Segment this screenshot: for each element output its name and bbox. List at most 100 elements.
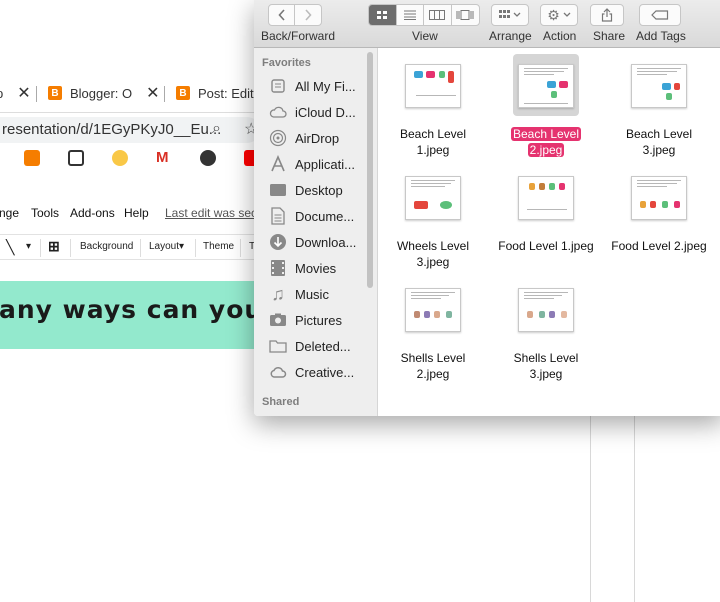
file-item-beach-level-1[interactable]: Beach Level 1.jpeg — [378, 52, 488, 162]
downloads-icon — [268, 233, 288, 251]
image-thumbnail — [518, 176, 574, 220]
file-item-food-level-1[interactable]: Food Level 1.jpeg — [491, 164, 601, 274]
movies-icon — [268, 259, 288, 277]
gmail-bookmark-icon[interactable]: M — [156, 150, 172, 166]
sidebar-item-documents[interactable]: Docume... — [268, 205, 374, 227]
tab-divider — [36, 86, 37, 102]
sidebar-item-label: Creative... — [295, 364, 355, 380]
file-item-beach-level-3[interactable]: Beach Level 3.jpeg — [604, 52, 714, 162]
file-name: Food Level 1.jpeg — [498, 239, 594, 253]
action-button[interactable]: ⚙ — [540, 4, 578, 26]
gallery-view-icon[interactable] — [452, 5, 479, 25]
tab-label: p — [0, 86, 3, 101]
documents-icon — [268, 207, 288, 225]
file-item-wheels-level-3[interactable]: Wheels Level 3.jpeg — [378, 164, 488, 274]
share-button[interactable] — [590, 4, 624, 26]
file-thumbnail-frame — [626, 54, 692, 116]
blogger-bookmark-icon[interactable] — [24, 150, 40, 166]
background-button[interactable]: Background — [80, 241, 133, 252]
menu-arrange[interactable]: nge — [0, 206, 19, 220]
sidebar-scrollbar[interactable] — [367, 52, 373, 288]
file-item-beach-level-2[interactable]: Beach Level 2.jpeg — [491, 52, 601, 162]
image-thumbnail — [631, 176, 687, 220]
sidebar-favorites-heading: Favorites — [262, 57, 311, 69]
image-thumbnail — [518, 288, 574, 332]
back-chevron-icon[interactable] — [269, 5, 295, 25]
view-label: View — [412, 29, 438, 43]
back-forward-label: Back/Forward — [261, 29, 336, 43]
sidebar-item-music[interactable]: ♫ Music — [268, 283, 374, 305]
sidebar-item-pictures[interactable]: Pictures — [268, 309, 374, 331]
browser-tab-blogger[interactable]: B Blogger: O ✕ — [48, 78, 160, 108]
classroom-bookmark-icon[interactable] — [68, 150, 84, 166]
theme-button[interactable]: Theme — [203, 241, 234, 252]
file-thumbnail-frame — [400, 166, 466, 228]
share-icon — [601, 8, 613, 22]
file-item-food-level-2[interactable]: Food Level 2.jpeg — [604, 164, 714, 274]
image-thumbnail — [631, 64, 687, 108]
sidebar-item-movies[interactable]: Movies — [268, 257, 374, 279]
keep-bookmark-icon[interactable] — [112, 150, 128, 166]
dropdown-arrow-icon[interactable]: ▾ — [26, 241, 31, 252]
sidebar-item-applications[interactable]: Applicati... — [268, 153, 374, 175]
zoom-icon[interactable]: ⌕ — [212, 120, 221, 138]
back-forward-control — [268, 4, 322, 26]
add-comment-icon[interactable]: ⊞ — [48, 238, 60, 255]
sidebar-item-label: All My Fi... — [295, 78, 356, 94]
image-thumbnail — [405, 288, 461, 332]
airdrop-icon — [268, 129, 288, 147]
file-thumbnail-frame-selected — [513, 54, 579, 116]
tab-label: Blogger: O — [70, 85, 133, 101]
sidebar-item-downloads[interactable]: Downloa... — [268, 231, 374, 253]
sidebar-item-desktop[interactable]: Desktop — [268, 179, 374, 201]
slide-title-text: any ways can you sc — [0, 295, 290, 324]
line-tool-icon[interactable]: ╲ — [6, 239, 14, 256]
list-view-icon[interactable] — [397, 5, 424, 25]
all-files-icon — [268, 77, 288, 95]
slide-panel-divider — [634, 416, 635, 602]
sidebar-item-creative-cloud[interactable]: Creative... — [268, 361, 374, 383]
file-name: Beach Level 1.jpeg — [399, 127, 467, 157]
file-name: Food Level 2.jpeg — [611, 239, 707, 253]
sidebar-item-icloud-drive[interactable]: iCloud D... — [268, 101, 374, 123]
forward-chevron-icon[interactable] — [295, 5, 321, 25]
sidebar-item-label: Applicati... — [295, 156, 355, 172]
action-label: Action — [543, 29, 577, 43]
menu-help[interactable]: Help — [124, 206, 149, 220]
sidebar-item-label: Movies — [295, 260, 337, 276]
arrange-button[interactable] — [491, 4, 529, 26]
slide-title-banner[interactable]: any ways can you sc — [0, 281, 290, 349]
menu-tools[interactable]: Tools — [31, 206, 59, 220]
browser-tab[interactable]: p ✕ — [0, 78, 31, 108]
toolbar-divider — [240, 239, 241, 257]
file-item-shells-level-3[interactable]: Shells Level 3.jpeg — [491, 276, 601, 386]
layout-button[interactable]: Layout▾ — [149, 241, 184, 252]
blogger-icon: B — [48, 86, 62, 100]
tab-close-icon[interactable]: ✕ — [17, 83, 30, 103]
sidebar-item-all-my-files[interactable]: All My Fi... — [268, 75, 374, 97]
share-label: Share — [593, 29, 626, 43]
menu-addons[interactable]: Add-ons — [70, 206, 115, 220]
globe-bookmark-icon[interactable] — [200, 150, 216, 166]
file-thumbnail-frame — [626, 166, 692, 228]
toolbar-divider — [40, 239, 41, 257]
toolbar-divider — [70, 239, 71, 257]
image-thumbnail — [518, 64, 574, 108]
finder-toolbar: Back/Forward View Arrange ⚙ Action Share… — [254, 0, 720, 48]
last-edit-link[interactable]: Last edit was sec — [165, 206, 257, 220]
creative-cloud-icon — [268, 363, 288, 381]
image-thumbnail — [405, 64, 461, 108]
sidebar-item-airdrop[interactable]: AirDrop — [268, 127, 374, 149]
sidebar-item-label: Desktop — [295, 182, 343, 198]
browser-tab-post-edit[interactable]: B Post: Edit — [176, 78, 254, 108]
column-view-icon[interactable] — [424, 5, 452, 25]
file-item-shells-level-2[interactable]: Shells Level 2.jpeg — [378, 276, 488, 386]
finder-file-grid: Beach Level 1.jpeg Beach Level 2.jpeg Be… — [378, 48, 720, 416]
sidebar-item-deleted[interactable]: Deleted... — [268, 335, 374, 357]
add-tags-button[interactable] — [639, 4, 681, 26]
url-field[interactable]: resentation/d/1EGyPKyJ0__Eu... — [0, 117, 260, 143]
tab-close-icon[interactable]: ✕ — [146, 83, 159, 103]
icon-view-icon[interactable] — [369, 5, 397, 25]
sidebar-item-label: Pictures — [295, 312, 342, 328]
file-name-selected: Beach Level 2.jpeg — [510, 127, 582, 157]
